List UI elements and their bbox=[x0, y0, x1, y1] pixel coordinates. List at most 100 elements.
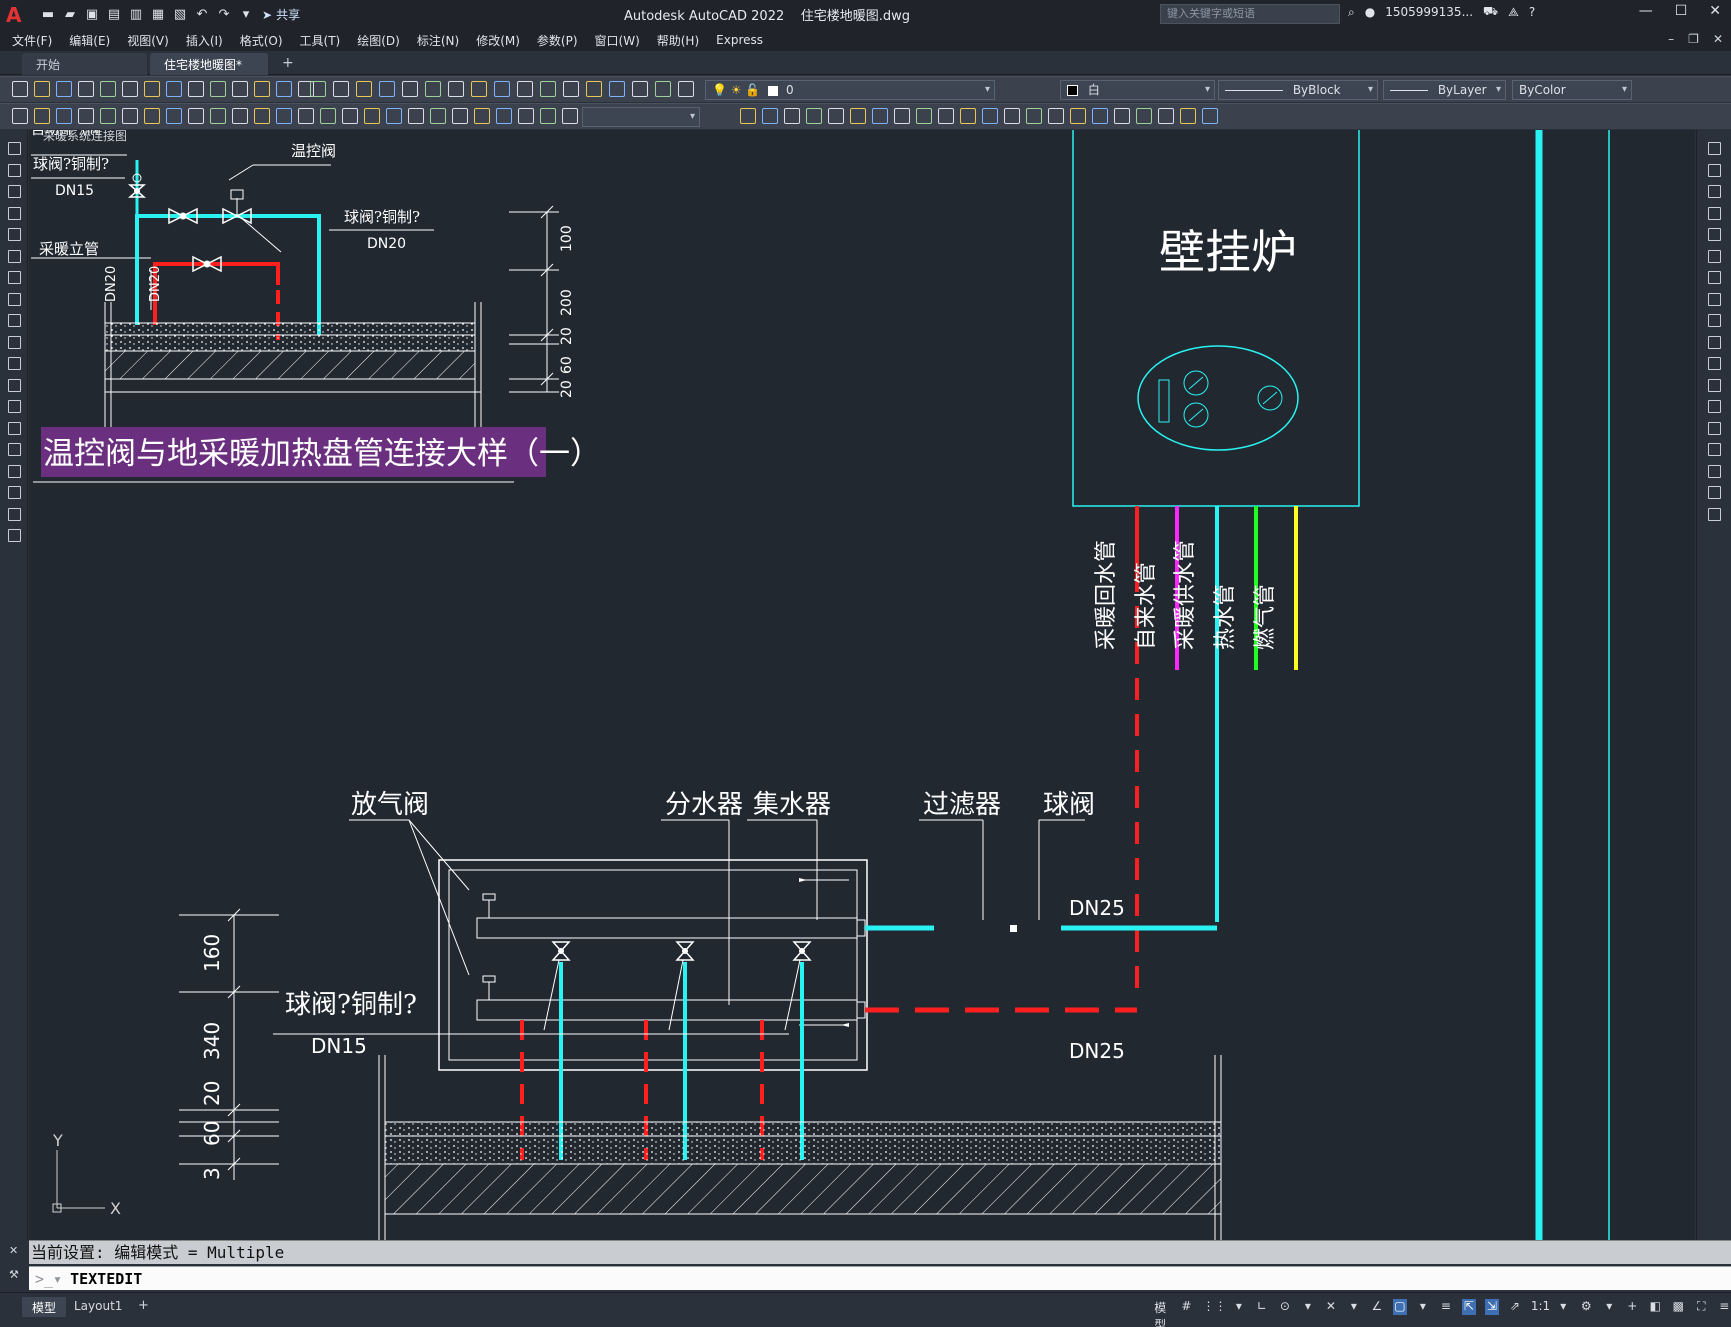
menu-edit[interactable]: 编辑(E) bbox=[69, 32, 121, 49]
dimension-tool-icon[interactable] bbox=[34, 108, 50, 124]
user-icon[interactable]: ● bbox=[1365, 5, 1375, 19]
plus-icon[interactable]: + bbox=[1625, 1299, 1639, 1315]
dimension-tool-icon[interactable] bbox=[100, 108, 116, 124]
dimension-tool-icon[interactable] bbox=[56, 108, 72, 124]
dimension-tool-icon[interactable] bbox=[1136, 108, 1152, 124]
add-layout-button[interactable]: + bbox=[138, 1298, 149, 1313]
chevron-down-icon[interactable]: ▾ bbox=[236, 6, 256, 24]
dimension-tool-icon[interactable] bbox=[938, 108, 954, 124]
dimension-tool-icon[interactable] bbox=[916, 108, 932, 124]
undo-icon[interactable]: ↶ bbox=[192, 6, 212, 24]
dimension-tool-icon[interactable] bbox=[1158, 108, 1174, 124]
draw-tool-icon[interactable] bbox=[8, 185, 21, 198]
draw-tool-icon[interactable] bbox=[8, 271, 21, 284]
menu-dimension[interactable]: 标注(N) bbox=[417, 32, 470, 49]
plot-icon[interactable]: ▦ bbox=[148, 6, 168, 24]
draw-tool-icon[interactable] bbox=[8, 142, 21, 155]
dimension-tool-icon[interactable] bbox=[1048, 108, 1064, 124]
dimension-tool-icon[interactable] bbox=[12, 108, 28, 124]
standard-tool-icon[interactable] bbox=[609, 81, 625, 97]
draw-tool-icon[interactable] bbox=[8, 206, 21, 220]
draw-tool-icon[interactable] bbox=[8, 378, 21, 392]
dimension-tool-icon[interactable] bbox=[540, 108, 556, 124]
standard-tool-icon[interactable] bbox=[333, 81, 349, 97]
dimension-tool-icon[interactable] bbox=[144, 108, 160, 124]
standard-tool-icon[interactable] bbox=[563, 81, 579, 97]
modify-tool-icon[interactable] bbox=[1708, 142, 1721, 155]
save-as-icon[interactable]: ▤ bbox=[104, 6, 124, 24]
chevron-down-icon[interactable]: ▾ bbox=[1556, 1299, 1570, 1315]
annotation-visibility-icon[interactable]: ⇲ bbox=[1484, 1299, 1499, 1315]
dimension-tool-icon[interactable] bbox=[166, 108, 182, 124]
draw-tool-icon[interactable] bbox=[8, 228, 21, 241]
modify-tool-icon[interactable] bbox=[1708, 464, 1721, 478]
tab-layout1[interactable]: Layout1 bbox=[64, 1297, 132, 1317]
dimension-tool-icon[interactable] bbox=[762, 108, 778, 124]
command-line-handle[interactable]: ✕ ⚒ bbox=[0, 1240, 29, 1290]
modify-tool-icon[interactable] bbox=[1708, 271, 1721, 284]
modify-tool-icon[interactable] bbox=[1708, 400, 1721, 413]
standard-tool-icon[interactable] bbox=[517, 81, 533, 97]
standard-tool-icon[interactable] bbox=[34, 81, 50, 97]
model-space-button[interactable]: 模型 bbox=[1150, 1299, 1170, 1327]
ortho-icon[interactable]: ∟ bbox=[1255, 1299, 1269, 1315]
dimension-tool-icon[interactable] bbox=[982, 108, 998, 124]
menu-icon[interactable]: ≡ bbox=[1717, 1299, 1731, 1315]
modify-tool-icon[interactable] bbox=[1708, 378, 1721, 392]
doc-restore-icon[interactable]: ❐ bbox=[1688, 32, 1699, 46]
standard-tool-icon[interactable] bbox=[122, 81, 138, 97]
dimension-tool-icon[interactable] bbox=[1180, 108, 1196, 124]
modify-tool-icon[interactable] bbox=[1708, 507, 1721, 521]
draw-tool-icon[interactable] bbox=[8, 163, 21, 177]
standard-tool-icon[interactable] bbox=[471, 81, 487, 97]
draw-tool-icon[interactable] bbox=[8, 529, 21, 542]
dimension-tool-icon[interactable] bbox=[1070, 108, 1086, 124]
cart-icon[interactable]: ⛟ bbox=[1483, 4, 1498, 20]
scale-value[interactable]: 1:1 bbox=[1531, 1299, 1550, 1315]
dimension-tool-icon[interactable] bbox=[740, 108, 756, 124]
dimension-tool-icon[interactable] bbox=[828, 108, 844, 124]
menu-window[interactable]: 窗口(W) bbox=[595, 32, 651, 49]
dimension-tool-icon[interactable] bbox=[1026, 108, 1042, 124]
doc-minimize-icon[interactable]: – bbox=[1668, 32, 1674, 46]
standard-tool-icon[interactable] bbox=[655, 81, 671, 97]
chevron-down-icon[interactable]: ▾ bbox=[1232, 1299, 1246, 1315]
standard-tool-icon[interactable] bbox=[540, 81, 556, 97]
standard-tool-icon[interactable] bbox=[276, 81, 292, 97]
modify-tool-icon[interactable] bbox=[1708, 206, 1721, 220]
dimension-tool-icon[interactable] bbox=[784, 108, 800, 124]
dimension-tool-icon[interactable] bbox=[342, 108, 358, 124]
modify-tool-icon[interactable] bbox=[1708, 314, 1721, 327]
chevron-down-icon[interactable]: ▾ bbox=[1416, 1299, 1430, 1315]
selection-cycling-icon[interactable]: ▢ bbox=[1392, 1299, 1407, 1315]
tab-start[interactable]: 开始 bbox=[22, 53, 147, 75]
open-file-icon[interactable]: ▰ bbox=[60, 6, 80, 24]
dimension-tool-icon[interactable] bbox=[1004, 108, 1020, 124]
modify-tool-icon[interactable] bbox=[1708, 185, 1721, 198]
dimension-tool-icon[interactable] bbox=[78, 108, 94, 124]
menu-help[interactable]: 帮助(H) bbox=[657, 32, 710, 49]
doc-close-icon[interactable]: ✕ bbox=[1713, 32, 1723, 46]
modify-tool-icon[interactable] bbox=[1708, 357, 1721, 370]
standard-tool-icon[interactable] bbox=[254, 81, 270, 97]
draw-tool-icon[interactable] bbox=[8, 421, 21, 435]
linetype-dropdown[interactable]: ByBlock ▾ bbox=[1218, 80, 1378, 100]
plotstyle-dropdown[interactable]: ByColor ▾ bbox=[1512, 80, 1632, 100]
save-icon[interactable]: ▣ bbox=[82, 6, 102, 24]
chevron-down-icon[interactable]: ▾ bbox=[1347, 1299, 1361, 1315]
standard-tool-icon[interactable] bbox=[310, 81, 326, 97]
layer-dropdown[interactable]: 💡 ☀ 🔓 0 ▾ bbox=[705, 80, 995, 100]
annotation-monitor-icon[interactable]: ⇱ bbox=[1461, 1299, 1476, 1315]
dimension-tool-icon[interactable] bbox=[188, 108, 204, 124]
new-file-icon[interactable]: ▬ bbox=[38, 6, 58, 24]
wrench-icon[interactable]: ⚒ bbox=[9, 1268, 19, 1281]
dimension-tool-icon[interactable] bbox=[364, 108, 380, 124]
hardware-accel-icon[interactable]: ▩ bbox=[1671, 1299, 1685, 1315]
dimension-tool-icon[interactable] bbox=[850, 108, 866, 124]
menu-tools[interactable]: 工具(T) bbox=[300, 32, 352, 49]
draw-tool-icon[interactable] bbox=[8, 400, 21, 413]
polar-icon[interactable]: ⊙ bbox=[1278, 1299, 1292, 1315]
standard-tool-icon[interactable] bbox=[232, 81, 248, 97]
modify-tool-icon[interactable] bbox=[1708, 443, 1721, 456]
dimension-tool-icon[interactable] bbox=[408, 108, 424, 124]
